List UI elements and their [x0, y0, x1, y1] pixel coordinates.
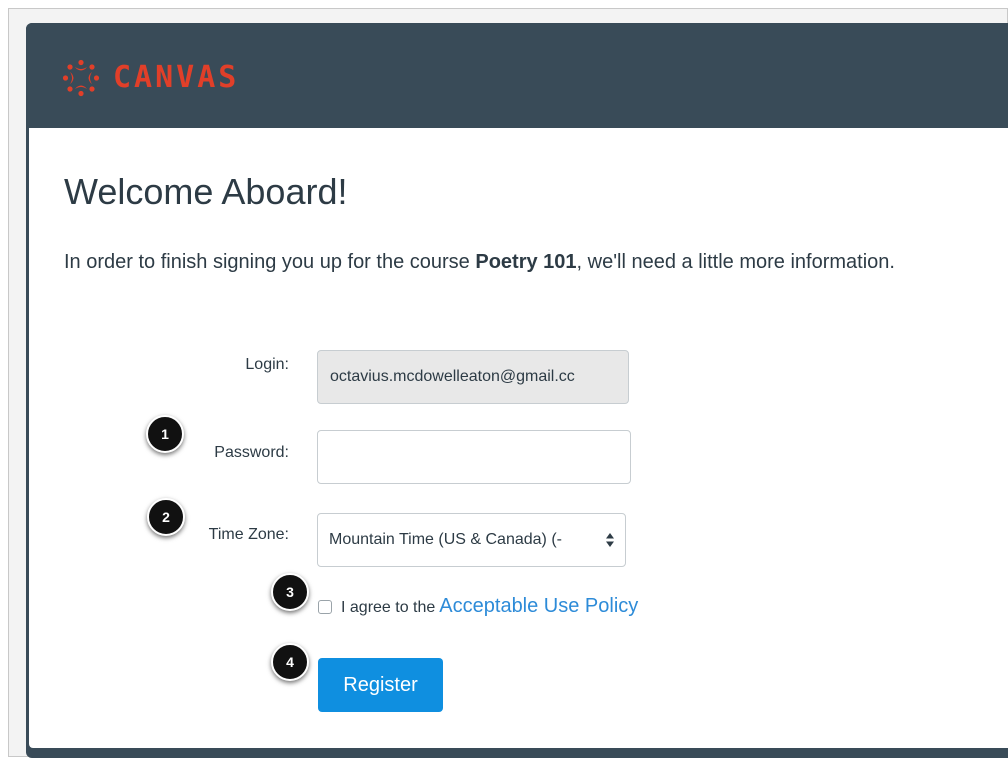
page-title: Welcome Aboard!: [64, 171, 348, 212]
callout-1: 1: [146, 415, 184, 453]
login-field[interactable]: [317, 350, 629, 404]
select-arrows-icon: [606, 533, 614, 547]
callout-2: 2: [147, 498, 185, 536]
logo-text: CANVAS: [113, 60, 240, 95]
agree-text: I agree to the Acceptable Use Policy: [341, 594, 638, 620]
register-button[interactable]: Register: [318, 658, 443, 712]
canvas-window: CANVAS Welcome Aboard! In order to finis…: [26, 23, 1008, 758]
agree-checkbox[interactable]: [318, 600, 332, 614]
canvas-logo-icon: [62, 59, 100, 97]
intro-text: In order to finish signing you up for th…: [64, 247, 924, 278]
callout-4: 4: [271, 643, 309, 681]
password-field[interactable]: [317, 430, 631, 484]
course-name: Poetry 101: [475, 251, 577, 273]
canvas-logo[interactable]: CANVAS: [61, 58, 239, 98]
header-bar: CANVAS: [26, 23, 1008, 128]
callout-3: 3: [271, 573, 309, 611]
acceptable-use-policy-link[interactable]: Acceptable Use Policy: [439, 595, 638, 617]
timezone-select[interactable]: Mountain Time (US & Canada) (-: [317, 513, 626, 567]
login-label: Login:: [245, 356, 289, 373]
intro-text-start: In order to finish signing you up for th…: [64, 251, 476, 273]
agree-label: I agree to the: [341, 599, 436, 616]
screenshot-frame: CANVAS Welcome Aboard! In order to finis…: [8, 8, 1008, 758]
timezone-value: Mountain Time (US & Canada) (-: [329, 531, 562, 548]
intro-text-end: , we'll need a little more information.: [576, 251, 895, 273]
